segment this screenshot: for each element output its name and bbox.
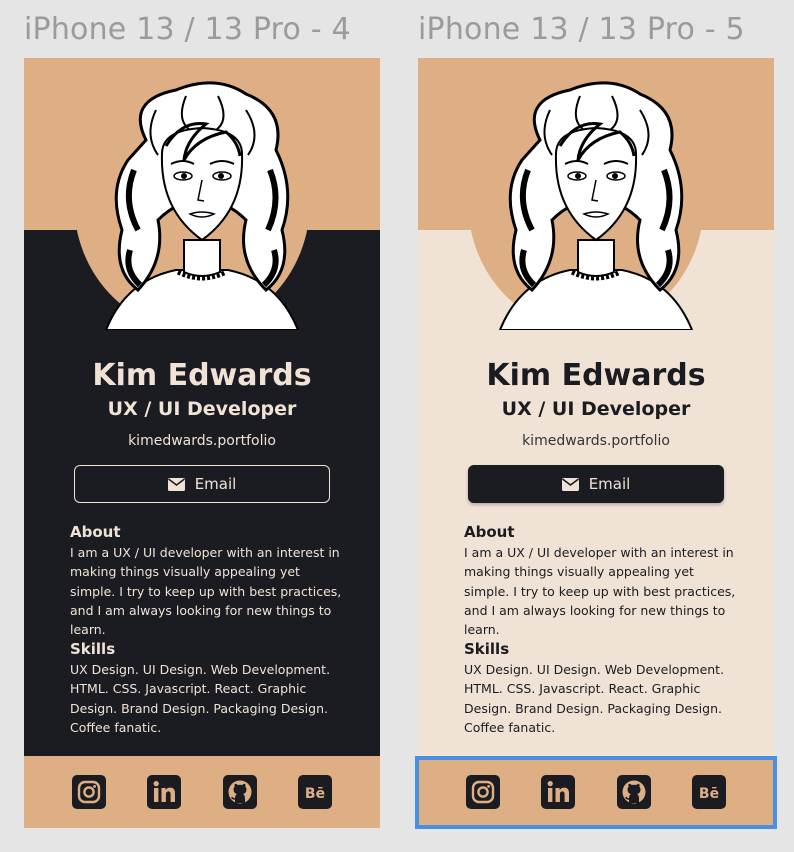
- instagram-icon[interactable]: [466, 775, 500, 809]
- profile-name: Kim Edwards: [486, 358, 706, 393]
- email-button[interactable]: Email: [74, 465, 330, 503]
- email-button-label: Email: [194, 475, 237, 493]
- skills-text: UX Design. UI Design. Web Development. H…: [70, 662, 331, 735]
- behance-icon[interactable]: Bē: [691, 775, 726, 809]
- phone-frame-dark[interactable]: Kim Edwards UX / UI Developer kimedwards…: [24, 58, 380, 828]
- about-section: About I am a UX / UI developer with an i…: [70, 523, 342, 639]
- github-icon[interactable]: [616, 775, 651, 809]
- profile-role: UX / UI Developer: [501, 398, 691, 420]
- mail-icon: [167, 477, 185, 491]
- behance-icon[interactable]: Bē: [297, 775, 332, 809]
- about-section: About I am a UX / UI developer with an i…: [464, 523, 736, 639]
- avatar-illustration: [498, 81, 694, 330]
- phone-frame-light[interactable]: Kim Edwards UX / UI Developer kimedwards…: [418, 58, 774, 828]
- about-heading: About: [464, 523, 515, 541]
- skills-heading: Skills: [464, 640, 510, 658]
- profile-name: Kim Edwards: [92, 358, 312, 393]
- github-icon[interactable]: [222, 775, 257, 809]
- linkedin-icon[interactable]: [147, 775, 182, 809]
- mail-icon: [561, 477, 579, 491]
- profile-website[interactable]: kimedwards.portfolio: [24, 433, 380, 449]
- skills-text: UX Design. UI Design. Web Development. H…: [464, 662, 725, 735]
- social-footer: Bē: [24, 756, 380, 828]
- email-button[interactable]: Email: [468, 465, 724, 503]
- skills-section: Skills UX Design. UI Design. Web Develop…: [464, 640, 736, 737]
- profile-role: UX / UI Developer: [107, 398, 297, 420]
- avatar-illustration: [104, 81, 300, 330]
- about-heading: About: [70, 523, 121, 541]
- email-button-label: Email: [588, 475, 631, 493]
- skills-heading: Skills: [70, 640, 116, 658]
- frame-title-5[interactable]: iPhone 13 / 13 Pro - 5: [418, 12, 745, 47]
- frame-title-4[interactable]: iPhone 13 / 13 Pro - 4: [24, 12, 351, 47]
- linkedin-icon[interactable]: [541, 775, 576, 809]
- about-text: I am a UX / UI developer with an interes…: [70, 545, 342, 638]
- instagram-icon[interactable]: [72, 775, 106, 809]
- svg-text:Bē: Bē: [699, 786, 719, 802]
- about-text: I am a UX / UI developer with an interes…: [464, 545, 736, 638]
- skills-section: Skills UX Design. UI Design. Web Develop…: [70, 640, 342, 737]
- profile-website[interactable]: kimedwards.portfolio: [418, 433, 774, 449]
- social-footer[interactable]: Bē: [418, 756, 774, 828]
- svg-text:Bē: Bē: [305, 786, 325, 802]
